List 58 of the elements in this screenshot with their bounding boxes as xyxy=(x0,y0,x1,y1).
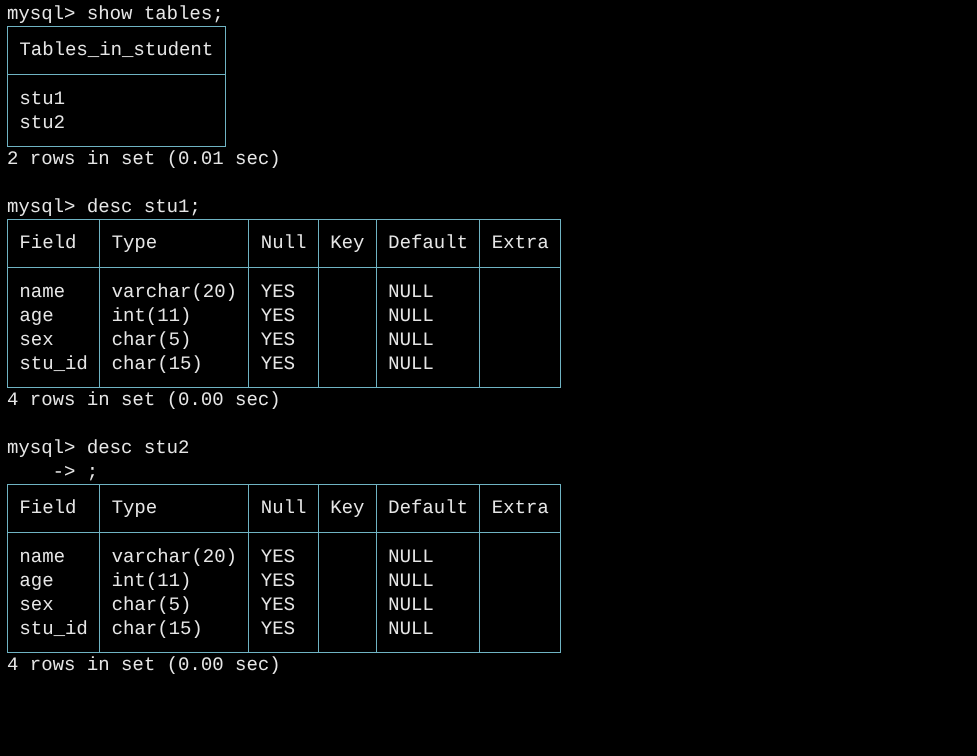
table-cell: stu1 xyxy=(19,88,65,110)
table-cell: char(15) xyxy=(112,353,203,375)
column-header: Key xyxy=(330,232,364,254)
table-cell: YES xyxy=(260,618,296,640)
table-cell: NULL xyxy=(388,329,434,351)
result-summary: 2 rows in set (0.01 sec) xyxy=(7,147,281,171)
column-header: Type xyxy=(112,232,158,254)
mysql-prompt: mysql> xyxy=(7,2,76,26)
column-header: Extra xyxy=(492,497,549,519)
table-cell: sex xyxy=(19,594,54,616)
column-header: Field xyxy=(19,232,76,254)
column-header: Field xyxy=(19,497,76,519)
table-cell: sex xyxy=(19,329,54,351)
table-cell: stu_id xyxy=(19,353,88,375)
mysql-prompt: mysql> xyxy=(7,195,76,219)
table-cell: int(11) xyxy=(112,305,192,327)
table-cell: char(15) xyxy=(112,618,203,640)
result-summary: 4 rows in set (0.00 sec) xyxy=(7,653,281,677)
column-header: Extra xyxy=(492,232,549,254)
table-cell: char(5) xyxy=(112,329,192,351)
column-header: Type xyxy=(112,497,158,519)
table-cell: YES xyxy=(260,570,296,592)
table-cell: YES xyxy=(260,546,296,568)
table-cell: YES xyxy=(260,353,296,375)
table-cell: name xyxy=(19,546,65,568)
column-header: Default xyxy=(388,497,468,519)
command-text: desc stu2 xyxy=(86,436,190,460)
column-header: Null xyxy=(260,497,306,519)
command-text: desc stu1; xyxy=(86,195,201,219)
table-cell: varchar(20) xyxy=(112,546,238,568)
mysql-prompt: mysql> xyxy=(7,436,76,460)
table-cell: char(5) xyxy=(112,594,192,616)
table-cell: NULL xyxy=(388,546,434,568)
column-header: Null xyxy=(260,232,306,254)
command-text: ; xyxy=(86,460,98,484)
table-cell: age xyxy=(19,570,54,592)
table-cell: YES xyxy=(260,329,296,351)
table-cell: NULL xyxy=(388,281,434,303)
table-cell: varchar(20) xyxy=(112,281,238,303)
column-header: Default xyxy=(388,232,468,254)
table-cell: name xyxy=(19,281,65,303)
result-summary: 4 rows in set (0.00 sec) xyxy=(7,388,281,412)
table-cell: NULL xyxy=(388,594,434,616)
command-text: show tables; xyxy=(86,2,224,26)
table-cell: NULL xyxy=(388,305,434,327)
table-cell: age xyxy=(19,305,54,327)
table-cell: NULL xyxy=(388,618,434,640)
table-cell: YES xyxy=(260,594,296,616)
table-cell: YES xyxy=(260,305,296,327)
table-cell: YES xyxy=(260,281,296,303)
table-cell: stu_id xyxy=(19,618,88,640)
table-cell: NULL xyxy=(388,570,434,592)
continuation-prompt: -> xyxy=(52,460,76,484)
table-cell: stu2 xyxy=(19,112,65,134)
column-header: Tables_in_student xyxy=(19,39,214,61)
table-cell: int(11) xyxy=(112,570,192,592)
column-header: Key xyxy=(330,497,364,519)
table-cell: NULL xyxy=(388,353,434,375)
